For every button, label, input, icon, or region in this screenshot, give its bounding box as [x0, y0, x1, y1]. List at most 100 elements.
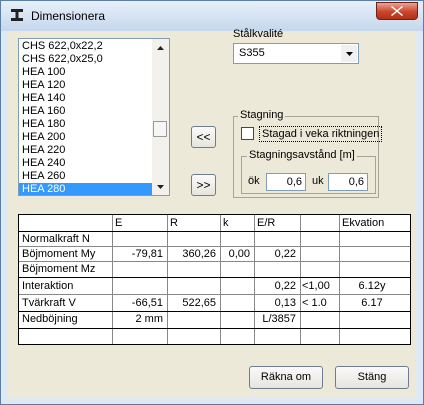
grid-column-divider	[254, 215, 255, 344]
steel-quality-label: Stålkvalité	[233, 28, 284, 40]
table-cell: 0,00	[228, 248, 250, 260]
table-cell	[115, 279, 163, 294]
bracing-group-title: Stagning	[238, 109, 286, 121]
table-cell	[223, 296, 250, 311]
table-cell	[342, 247, 402, 262]
list-item[interactable]: HEA 120	[19, 79, 152, 92]
grid-column-divider	[339, 215, 340, 344]
braced-weak-axis-checkbox[interactable]	[241, 127, 254, 140]
table-cell: 360,26	[182, 248, 216, 260]
table-cell	[223, 262, 250, 277]
table-cell: -79,81	[131, 248, 163, 260]
table-cell	[257, 262, 296, 277]
table-cell	[342, 312, 402, 327]
spacing-group-title: Stagningsavstånd [m]	[247, 149, 357, 161]
table-cell	[223, 232, 250, 247]
table-cell	[342, 232, 402, 247]
table-cell	[170, 232, 216, 247]
column-header: k	[223, 217, 229, 229]
table-cell	[257, 232, 296, 247]
grid-column-divider	[300, 215, 301, 344]
table-cell	[170, 279, 216, 294]
list-item[interactable]: HEA 180	[19, 118, 152, 131]
row-label: Nedböjning	[22, 313, 78, 325]
row-label: Interaktion	[22, 280, 74, 292]
scroll-up-button[interactable]	[152, 39, 169, 56]
list-item[interactable]: HEA 240	[19, 157, 152, 170]
arrow-up-icon	[157, 45, 164, 50]
grid-row-divider	[19, 328, 410, 329]
table-cell	[223, 312, 250, 327]
list-item[interactable]: HEA 140	[19, 92, 152, 105]
row-label: Tvärkraft V	[22, 297, 76, 309]
list-item[interactable]: HEA 280	[19, 183, 152, 195]
move-left-button[interactable]: <<	[191, 126, 216, 148]
table-cell: 0,13	[274, 297, 296, 309]
table-cell	[115, 262, 163, 277]
upper-flange-spacing-input[interactable]: 0,6	[266, 173, 306, 191]
table-cell: 6.12y	[358, 280, 386, 292]
column-header: E/R	[257, 217, 276, 229]
grid-column-divider	[112, 215, 113, 344]
table-cell: 522,65	[182, 297, 216, 309]
table-cell	[342, 262, 402, 277]
table-cell	[302, 247, 334, 262]
list-item[interactable]: HEA 200	[19, 131, 152, 144]
table-cell: 6.17	[361, 297, 383, 309]
recalculate-button[interactable]: Räkna om	[249, 366, 323, 389]
steel-quality-select[interactable]: S355	[233, 43, 359, 64]
braced-weak-axis-label[interactable]: Stagad i veka riktningen	[259, 126, 383, 142]
move-right-button[interactable]: >>	[191, 174, 216, 196]
list-item[interactable]: CHS 622,0x22,2	[19, 40, 152, 53]
table-cell	[302, 262, 334, 277]
dialog-window: Dimensionera CHS 622,0x22,2 CHS 622,0x25,…	[0, 0, 424, 405]
i-beam-icon	[11, 9, 23, 21]
column-header: Ekvation	[342, 217, 385, 229]
list-item[interactable]: HEA 220	[19, 144, 152, 157]
column-header	[22, 216, 108, 231]
list-item[interactable]: HEA 260	[19, 170, 152, 183]
dropdown-button[interactable]	[341, 45, 357, 62]
column-header: E	[115, 217, 123, 229]
table-cell: <1,00	[302, 280, 330, 292]
lower-flange-label: uk	[312, 175, 324, 187]
chevron-down-icon	[345, 51, 353, 56]
list-item[interactable]: HEA 160	[19, 105, 152, 118]
grid-column-divider	[220, 215, 221, 344]
table-cell	[115, 232, 163, 247]
list-item[interactable]: HEA 100	[19, 66, 152, 79]
table-cell: L/3857	[262, 313, 296, 325]
table-cell: -66,51	[131, 297, 163, 309]
grid-row-divider	[19, 277, 410, 278]
table-cell: 2 mm	[135, 313, 164, 325]
table-cell	[170, 262, 216, 277]
arrow-down-icon	[157, 184, 164, 189]
profile-list[interactable]: CHS 622,0x22,2 CHS 622,0x25,0 HEA 100 HEA 1…	[18, 38, 170, 196]
table-cell	[170, 312, 216, 327]
profile-items: CHS 622,0x22,2 CHS 622,0x25,0 HEA 100 HEA 1…	[19, 40, 152, 195]
table-cell: 0,22	[274, 248, 296, 260]
table-cell	[302, 312, 334, 327]
row-label: Normalkraft N	[22, 233, 90, 245]
lower-flange-spacing-input[interactable]: 0,6	[328, 173, 368, 191]
upper-flange-label: ök	[248, 175, 260, 187]
window-close-button[interactable]	[376, 2, 418, 20]
results-table: E Rk E/R Ekvation Normalkraft N Böjmoment My -…	[18, 214, 411, 345]
row-label: Böjmoment My	[22, 248, 96, 260]
table-cell	[302, 232, 334, 247]
window-title: Dimensionera	[31, 9, 106, 23]
table-cell: 0,22	[274, 280, 296, 292]
title-bar[interactable]: Dimensionera	[1, 1, 423, 31]
list-item[interactable]: CHS 622,0x25,0	[19, 53, 152, 66]
dialog-content: CHS 622,0x22,2 CHS 622,0x25,0 HEA 100 HEA 1…	[8, 28, 416, 398]
scroll-thumb[interactable]	[153, 121, 167, 137]
row-label: Böjmoment Mz	[22, 263, 96, 275]
table-cell: < 1.0	[302, 297, 327, 309]
column-header: R	[170, 217, 178, 229]
grid-column-divider	[167, 215, 168, 344]
list-scrollbar[interactable]	[152, 39, 169, 195]
grid-row-divider	[19, 294, 410, 295]
close-button[interactable]: Stäng	[335, 366, 409, 389]
scroll-down-button[interactable]	[152, 178, 169, 195]
steel-quality-value: S355	[239, 47, 265, 59]
